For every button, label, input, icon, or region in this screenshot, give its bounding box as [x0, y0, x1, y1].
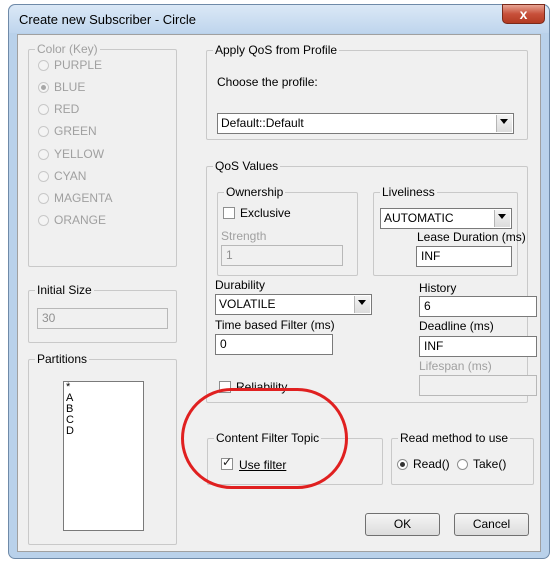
exclusive-checkbox[interactable] — [223, 207, 235, 219]
color-radio-orange[interactable] — [38, 215, 49, 226]
initial-size-input[interactable]: 30 — [37, 308, 168, 329]
color-radio-magenta[interactable] — [38, 193, 49, 204]
use-filter-checkbox[interactable]: ✓ — [221, 455, 233, 470]
color-label-blue: BLUE — [54, 80, 86, 94]
partition-item[interactable]: B — [64, 404, 143, 415]
durability-label: Durability — [215, 278, 266, 292]
content-filter-title: Content Filter Topic — [214, 430, 322, 446]
lease-duration-label: Lease Duration (ms) — [417, 230, 526, 244]
profile-dropdown[interactable]: Default::Default — [217, 113, 514, 134]
take-label: Take() — [473, 457, 507, 471]
liveliness-title: Liveliness — [380, 184, 437, 200]
partition-item[interactable]: * — [64, 382, 143, 393]
profile-dropdown-value: Default::Default — [221, 116, 304, 130]
history-value: 6 — [424, 299, 431, 313]
lease-duration-input[interactable]: INF — [416, 246, 512, 267]
read-label: Read() — [413, 457, 450, 471]
color-radio-green[interactable] — [38, 126, 49, 137]
time-filter-input[interactable]: 0 — [215, 334, 333, 355]
deadline-input[interactable]: INF — [419, 336, 537, 357]
color-label-green: GREEN — [54, 124, 97, 138]
history-label: History — [419, 281, 457, 295]
take-radio[interactable] — [457, 459, 468, 470]
reliability-label: Reliability — [236, 380, 288, 394]
reliability-checkbox[interactable] — [219, 381, 231, 393]
color-radio-blue[interactable] — [38, 82, 49, 93]
initial-size-value: 30 — [42, 311, 56, 325]
chevron-down-icon[interactable] — [494, 210, 510, 227]
strength-label: Strength — [221, 229, 267, 243]
partition-item[interactable]: A — [64, 393, 143, 404]
partition-item[interactable]: D — [64, 426, 143, 437]
content-filter-group: Content Filter Topic — [207, 430, 383, 485]
radio-selected-dot — [400, 462, 405, 467]
color-radio-cyan[interactable] — [38, 171, 49, 182]
dialog-window: Create new Subscriber - Circle x Color (… — [8, 4, 550, 559]
initial-size-title: Initial Size — [35, 282, 94, 298]
partition-item[interactable]: C — [64, 415, 143, 426]
time-filter-label: Time based Filter (ms) — [215, 318, 335, 332]
history-input[interactable]: 6 — [419, 296, 537, 317]
color-label-red: RED — [54, 102, 80, 116]
checkmark-icon: ✓ — [222, 455, 233, 469]
exclusive-label: Exclusive — [240, 206, 291, 220]
qos-profile-title: Apply QoS from Profile — [213, 42, 340, 58]
ownership-title: Ownership — [224, 184, 286, 200]
partitions-listbox[interactable]: * A B C D — [63, 381, 144, 531]
color-radio-purple[interactable] — [38, 60, 49, 71]
durability-value: VOLATILE — [219, 297, 276, 311]
radio-selected-dot — [41, 85, 46, 90]
lease-duration-value: INF — [421, 249, 441, 263]
dialog-client-area: Color (Key) PURPLE BLUE RED GREEN YELLOW… — [17, 34, 541, 552]
strength-input[interactable]: 1 — [221, 245, 343, 266]
ok-button[interactable]: OK — [365, 513, 440, 536]
title-bar[interactable]: Create new Subscriber - Circle — [9, 5, 549, 33]
partitions-title: Partitions — [35, 351, 90, 367]
color-radio-yellow[interactable] — [38, 149, 49, 160]
cancel-button[interactable]: Cancel — [454, 513, 529, 536]
color-key-group-title: Color (Key) — [35, 41, 100, 57]
strength-value: 1 — [226, 248, 233, 262]
color-label-magenta: MAGENTA — [54, 191, 113, 205]
close-button[interactable]: x — [502, 4, 545, 24]
lifespan-label: Lifespan (ms) — [419, 359, 492, 373]
liveliness-dropdown[interactable]: AUTOMATIC — [380, 208, 512, 229]
choose-profile-label: Choose the profile: — [217, 75, 318, 89]
color-label-purple: PURPLE — [54, 58, 103, 72]
read-radio[interactable] — [397, 459, 408, 470]
use-filter-label: Use filter — [239, 458, 287, 472]
liveliness-value: AUTOMATIC — [384, 211, 454, 225]
durability-dropdown[interactable]: VOLATILE — [215, 294, 372, 315]
deadline-value: INF — [424, 339, 444, 353]
window-title: Create new Subscriber - Circle — [19, 12, 197, 27]
deadline-label: Deadline (ms) — [419, 319, 494, 333]
color-radio-red[interactable] — [38, 104, 49, 115]
lifespan-input[interactable] — [419, 375, 537, 396]
qos-values-title: QoS Values — [213, 158, 281, 174]
chevron-down-icon[interactable] — [354, 296, 370, 313]
color-label-yellow: YELLOW — [54, 147, 105, 161]
chevron-down-icon[interactable] — [496, 115, 512, 132]
read-method-title: Read method to use — [398, 430, 511, 446]
color-label-orange: ORANGE — [54, 213, 107, 227]
time-filter-value: 0 — [220, 337, 227, 351]
close-icon: x — [519, 6, 528, 22]
color-label-cyan: CYAN — [54, 169, 87, 183]
